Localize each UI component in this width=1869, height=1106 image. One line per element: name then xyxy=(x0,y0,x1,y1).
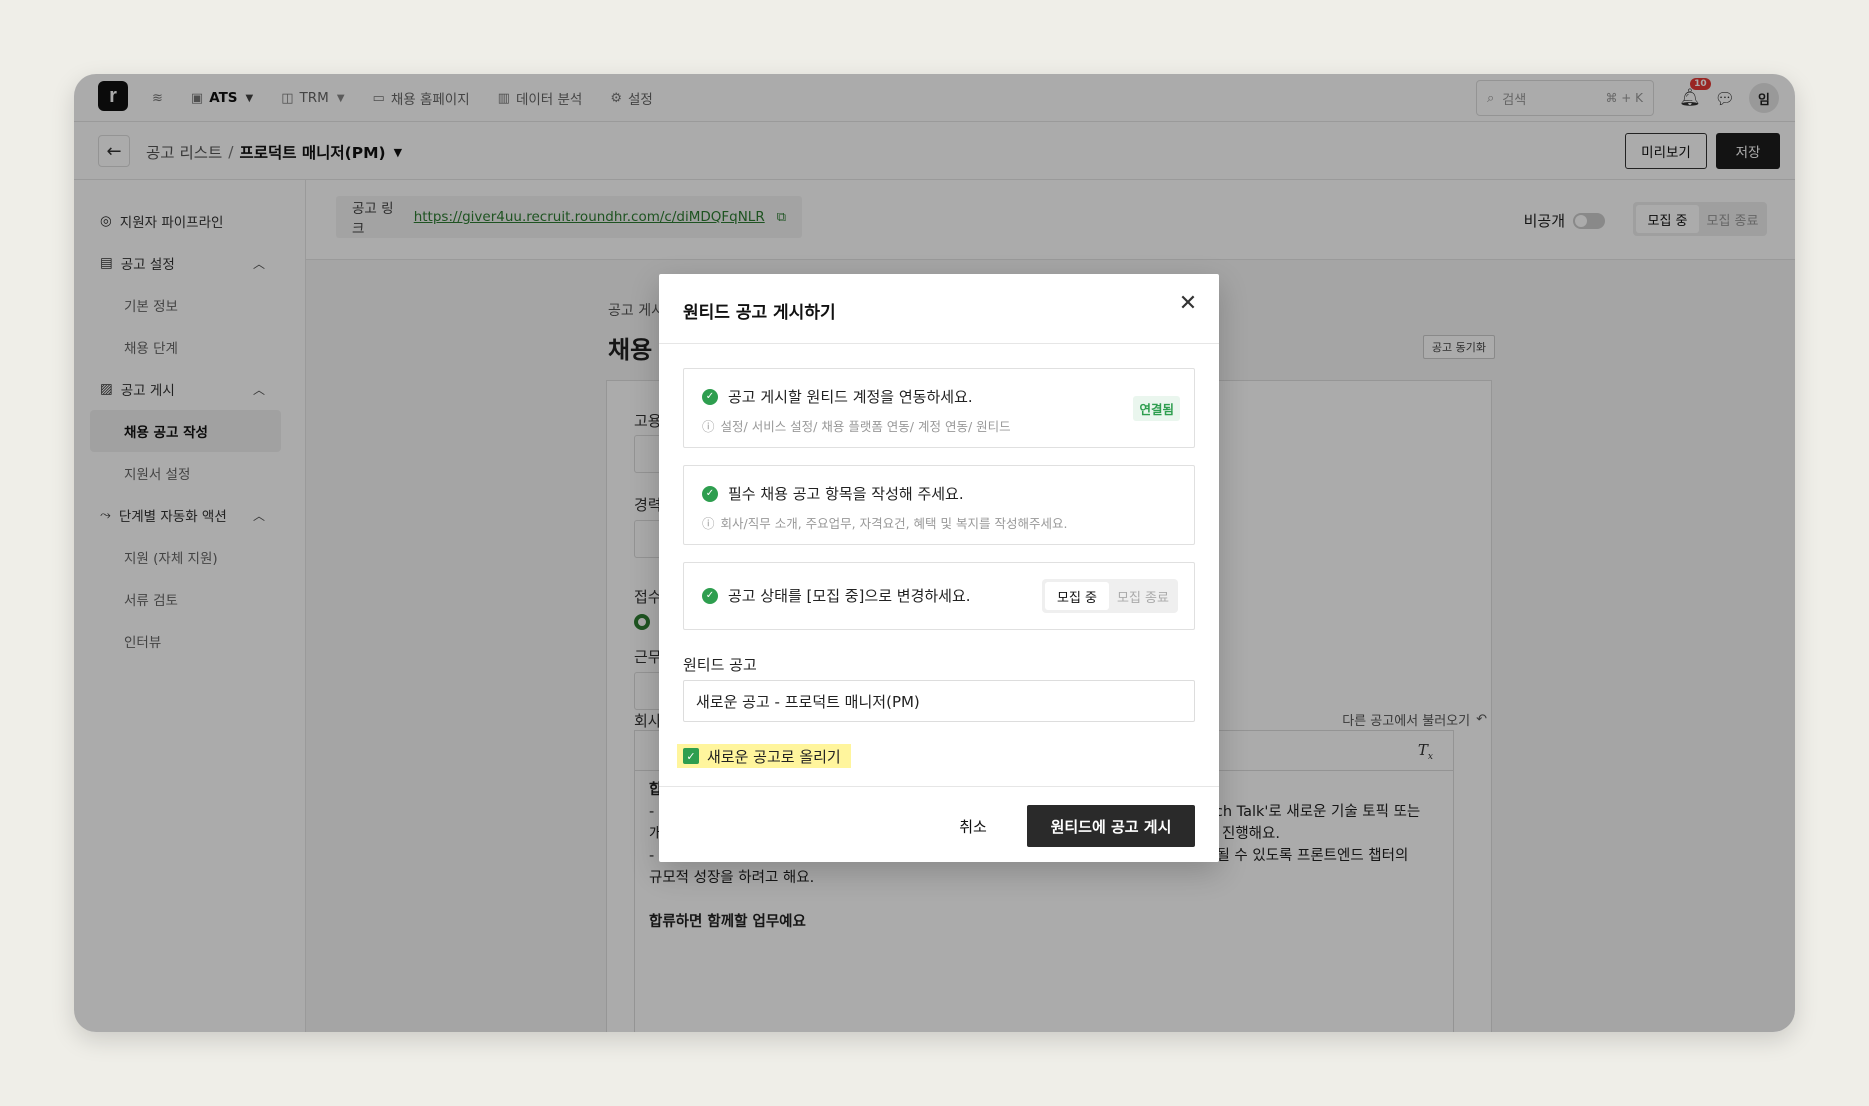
step-title: 공고 게시할 원티드 계정을 연동하세요. xyxy=(728,388,973,406)
status-badge: 연결됨 xyxy=(1133,396,1180,421)
new-post-label: 새로운 공고로 올리기 xyxy=(707,747,841,766)
check-circle-icon: ✓ xyxy=(702,388,718,405)
info-icon: ⓘ xyxy=(702,419,715,434)
wanted-post-input[interactable] xyxy=(683,680,1195,722)
step-required-fields: ✓ 필수 채용 공고 항목을 작성해 주세요. ⓘ 회사/직무 소개, 주요업무… xyxy=(683,465,1195,545)
modal-footer: 취소 원티드에 공고 게시 xyxy=(659,786,1219,862)
step-connect-account: ✓ 공고 게시할 원티드 계정을 연동하세요. ⓘ 설정/ 서비스 설정/ 채용… xyxy=(683,368,1195,448)
step-hint: ⓘ 회사/직무 소개, 주요업무, 자격요건, 혜택 및 복지를 작성해주세요. xyxy=(702,513,1067,532)
wanted-publish-modal: 원티드 공고 게시하기 ✕ ✓ 공고 게시할 원티드 계정을 연동하세요. ⓘ … xyxy=(659,274,1219,862)
step-change-status: ✓ 공고 상태를 [모집 중]으로 변경하세요. 모집 중 모집 종료 xyxy=(683,562,1195,630)
step-hint: ⓘ 설정/ 서비스 설정/ 채용 플랫폼 연동/ 계정 연동/ 원티드 xyxy=(702,416,1011,435)
publish-wanted-button[interactable]: 원티드에 공고 게시 xyxy=(1027,805,1195,847)
check-circle-icon: ✓ xyxy=(702,587,718,604)
status-closed[interactable]: 모집 종료 xyxy=(1111,582,1175,610)
step-hint-text: 설정/ 서비스 설정/ 채용 플랫폼 연동/ 계정 연동/ 원티드 xyxy=(720,419,1011,434)
step-title: 필수 채용 공고 항목을 작성해 주세요. xyxy=(728,485,964,503)
check-circle-icon: ✓ xyxy=(702,485,718,502)
status-open[interactable]: 모집 중 xyxy=(1045,582,1109,610)
modal-header: 원티드 공고 게시하기 ✕ xyxy=(659,274,1219,344)
checkbox-checked-icon: ✓ xyxy=(683,748,699,764)
step-title-row: ✓ 필수 채용 공고 항목을 작성해 주세요. xyxy=(702,483,964,504)
step-title-row: ✓ 공고 게시할 원티드 계정을 연동하세요. xyxy=(702,386,973,407)
modal-status-segment: 모집 중 모집 종료 xyxy=(1042,579,1178,613)
step-title-row: ✓ 공고 상태를 [모집 중]으로 변경하세요. xyxy=(702,585,971,606)
modal-title: 원티드 공고 게시하기 xyxy=(683,303,836,323)
app-window: r ≋ ▣ ATS ▼ ◫ TRM ▼ ▭ 채용 홈페이지 ▥ 데이터 분석 ⚙… xyxy=(74,74,1795,1032)
info-icon: ⓘ xyxy=(702,516,715,531)
step-hint-text: 회사/직무 소개, 주요업무, 자격요건, 혜택 및 복지를 작성해주세요. xyxy=(720,516,1068,531)
cancel-button[interactable]: 취소 xyxy=(943,805,1003,847)
step-title: 공고 상태를 [모집 중]으로 변경하세요. xyxy=(728,587,971,605)
wanted-post-label: 원티드 공고 xyxy=(683,656,757,674)
new-post-checkbox[interactable]: ✓ 새로운 공고로 올리기 xyxy=(677,744,851,768)
close-icon[interactable]: ✕ xyxy=(1173,288,1203,318)
